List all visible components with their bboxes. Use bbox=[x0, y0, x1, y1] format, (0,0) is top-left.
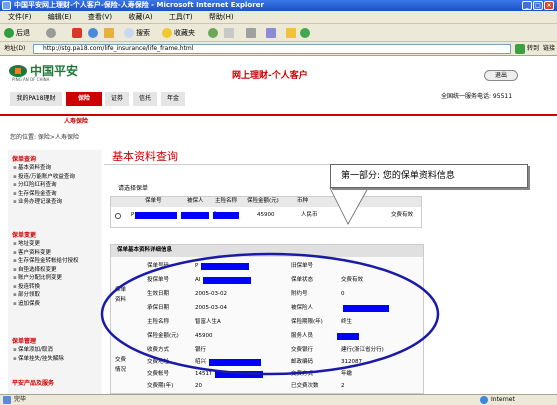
menu-tools[interactable]: 工具(T) bbox=[169, 13, 193, 21]
back-button[interactable]: 后退 bbox=[4, 27, 30, 39]
address-input[interactable]: http://stg.pa18.com/life_insurance/life_… bbox=[33, 44, 511, 54]
home-icon bbox=[104, 28, 114, 38]
annotation-overlay bbox=[100, 187, 440, 376]
back-arrow-icon bbox=[4, 28, 14, 38]
menu-bar: 文件(F) 编辑(E) 查看(V) 收藏(A) 工具(T) 帮助(H) bbox=[0, 11, 557, 24]
toolbar: 后退 搜索 收藏夹 bbox=[0, 24, 557, 42]
go-arrow-icon[interactable] bbox=[515, 44, 525, 54]
page-content: 中国平安 PING AN OF CHINA 网上理财-个人客户 退出 全国统一服… bbox=[0, 56, 557, 394]
star-icon bbox=[162, 28, 172, 38]
address-label: 地址(D) bbox=[4, 45, 26, 52]
mail-icon bbox=[224, 28, 234, 38]
favorites-button[interactable]: 收藏夹 bbox=[162, 27, 195, 39]
search-button[interactable]: 搜索 bbox=[124, 27, 150, 39]
refresh-icon bbox=[88, 28, 98, 38]
search-icon bbox=[124, 28, 134, 38]
forward-arrow-icon bbox=[46, 28, 56, 38]
messenger-button[interactable] bbox=[300, 27, 312, 39]
refresh-button[interactable] bbox=[88, 27, 100, 39]
callout-pointer bbox=[329, 187, 369, 225]
stop-icon bbox=[72, 28, 82, 38]
callout-text: 第一部分: 您的保单资料信息 bbox=[341, 171, 455, 181]
mail-button[interactable] bbox=[224, 27, 236, 39]
print-icon bbox=[246, 28, 256, 38]
highlight-ellipse bbox=[100, 252, 440, 376]
history-icon bbox=[208, 28, 218, 38]
status-bar: 完毕 Internet bbox=[0, 394, 557, 405]
stop-button[interactable] bbox=[72, 27, 84, 39]
page-icon bbox=[3, 396, 11, 404]
home-button[interactable] bbox=[104, 27, 116, 39]
folder-icon bbox=[286, 28, 296, 38]
close-button[interactable]: × bbox=[544, 1, 554, 10]
menu-favorites[interactable]: 收藏(A) bbox=[128, 13, 152, 21]
edit-icon bbox=[266, 28, 276, 38]
menu-edit[interactable]: 编辑(E) bbox=[48, 13, 72, 21]
menu-file[interactable]: 文件(F) bbox=[8, 13, 32, 21]
edit-button[interactable] bbox=[266, 27, 278, 39]
go-button[interactable]: 转到 bbox=[527, 44, 539, 54]
menu-view[interactable]: 查看(V) bbox=[88, 13, 112, 21]
menu-help[interactable]: 帮助(H) bbox=[209, 13, 234, 21]
messenger-icon bbox=[300, 28, 310, 38]
internet-zone-icon bbox=[480, 396, 488, 404]
maximize-button[interactable]: □ bbox=[533, 1, 543, 10]
links-button[interactable]: 链接 bbox=[543, 44, 555, 54]
window-title: 中国平安网上理财-个人客户-保险-人寿保险 - Microsoft Intern… bbox=[14, 1, 264, 9]
address-bar: 地址(D) http://stg.pa18.com/life_insurance… bbox=[0, 42, 557, 56]
folder-button[interactable] bbox=[286, 27, 298, 39]
window-title-bar: 中国平安网上理财-个人客户-保险-人寿保险 - Microsoft Intern… bbox=[0, 0, 557, 11]
status-text: 完毕 bbox=[14, 396, 27, 403]
print-button[interactable] bbox=[246, 27, 258, 39]
history-button[interactable] bbox=[208, 27, 220, 39]
zone-text: Internet bbox=[491, 396, 515, 403]
minimize-button[interactable]: _ bbox=[522, 1, 532, 10]
forward-button[interactable] bbox=[46, 27, 58, 39]
ie-icon bbox=[2, 1, 11, 10]
callout-box: 第一部分: 您的保单资料信息 bbox=[330, 164, 528, 188]
